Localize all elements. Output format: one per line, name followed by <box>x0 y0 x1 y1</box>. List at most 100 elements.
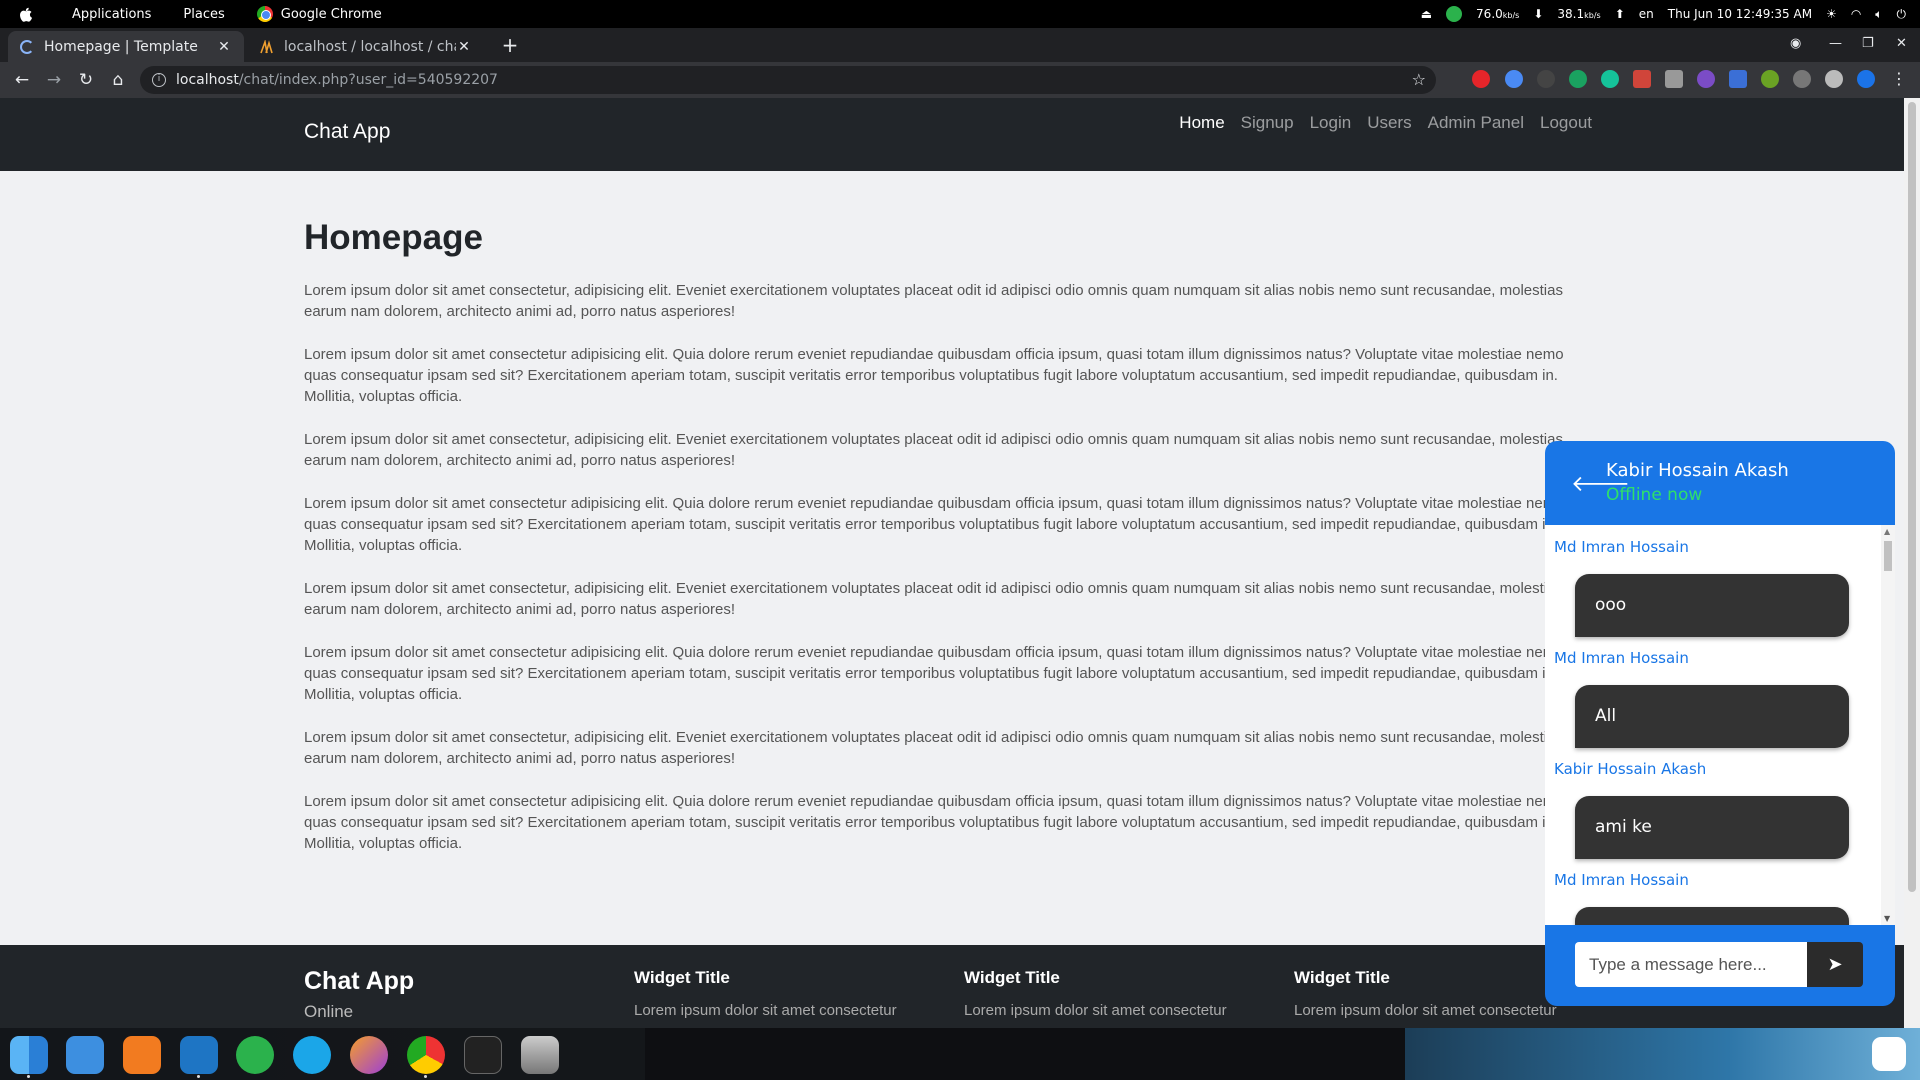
extension-w-icon[interactable] <box>1697 70 1715 88</box>
scroll-up-icon[interactable]: ▲ <box>1884 527 1890 536</box>
close-window-icon[interactable]: ✕ <box>1896 36 1907 51</box>
extension-flag-icon[interactable] <box>1569 70 1587 88</box>
grammarly-icon[interactable] <box>1601 70 1619 88</box>
eject-icon[interactable]: ⏏ <box>1421 7 1432 21</box>
language-indicator[interactable]: en <box>1639 7 1654 21</box>
net-up-value: 38.1 <box>1557 7 1585 21</box>
message-bubble <box>1575 907 1849 925</box>
back-icon[interactable]: ← <box>12 70 32 90</box>
message-sender: Kabir Hossain Akash <box>1554 760 1707 778</box>
close-tab-icon[interactable]: ✕ <box>216 39 232 55</box>
tab-title: Homepage | Template <box>44 38 198 55</box>
main-content: Homepage Lorem ipsum dolor sit amet cons… <box>304 218 1600 876</box>
launchpad-icon[interactable] <box>1872 1037 1906 1071</box>
widget-title: Widget Title <box>1294 968 1390 987</box>
applications-menu[interactable]: Applications <box>72 7 151 22</box>
extension-mail-icon[interactable] <box>1633 70 1651 88</box>
running-indicator <box>424 1075 427 1078</box>
net-up-readout: 38.1kb/s <box>1557 7 1600 21</box>
dock-spacer <box>645 1028 1405 1080</box>
extension-adblock-icon[interactable] <box>1472 70 1490 88</box>
footer-brand: Chat App <box>304 967 415 995</box>
download-extension-icon[interactable] <box>1761 70 1779 88</box>
page-scrollbar[interactable] <box>1904 98 1920 1028</box>
paragraph: Lorem ipsum dolor sit amet consectetur a… <box>304 793 1564 852</box>
places-menu[interactable]: Places <box>183 7 224 22</box>
whatsapp-icon[interactable] <box>236 1036 274 1074</box>
tab-search-icon[interactable]: ◉ <box>1790 36 1801 51</box>
site-info-icon[interactable]: i <box>152 73 166 87</box>
address-bar[interactable]: i localhost/chat/index.php?user_id=54059… <box>140 66 1436 94</box>
send-button[interactable]: ➤ <box>1807 942 1863 987</box>
shield-icon[interactable] <box>1446 6 1463 22</box>
clock[interactable]: Thu Jun 10 12:49:35 AM <box>1668 7 1812 21</box>
nav-link-admin-panel[interactable]: Admin Panel <box>1428 113 1524 133</box>
os-top-bar: Applications Places Google Chrome ⏏ 76.0… <box>0 0 1920 28</box>
widget-title: Widget Title <box>634 968 730 987</box>
paragraph: Lorem ipsum dolor sit amet consectetur, … <box>304 282 1563 320</box>
message-input[interactable] <box>1575 942 1807 987</box>
scroll-down-icon[interactable]: ▼ <box>1884 914 1890 923</box>
xampp-icon[interactable] <box>123 1036 161 1074</box>
close-tab-icon[interactable]: ✕ <box>456 39 472 55</box>
message-sender: Md Imran Hossain <box>1554 871 1689 889</box>
download-arrow-icon: ⬇ <box>1533 7 1544 21</box>
skype-icon[interactable] <box>293 1036 331 1074</box>
message-bubble: ooo <box>1575 574 1849 637</box>
site-navbar: Chat App Home Signup Login Users Admin P… <box>0 98 1904 171</box>
extensions-puzzle-icon[interactable] <box>1825 70 1843 88</box>
message-sender: Md Imran Hossain <box>1554 649 1689 667</box>
chat-scrollbar[interactable]: ▲ ▼ <box>1881 525 1895 925</box>
finder-icon[interactable] <box>10 1036 48 1074</box>
nav-link-users[interactable]: Users <box>1367 113 1411 133</box>
navbar-brand[interactable]: Chat App <box>304 120 390 144</box>
tab-homepage[interactable]: Homepage | Template ✕ <box>8 31 244 62</box>
tab-phpmyadmin[interactable]: localhost / localhost / cha ✕ <box>248 31 484 62</box>
apple-icon[interactable] <box>16 5 34 23</box>
reload-icon[interactable]: ↻ <box>76 70 96 90</box>
restore-icon[interactable]: ❐ <box>1862 36 1874 51</box>
volume-icon[interactable]: 🔈︎ <box>1875 7 1882 22</box>
firefox-icon[interactable] <box>350 1036 388 1074</box>
terminal-icon[interactable] <box>464 1036 502 1074</box>
extension-k-icon[interactable] <box>1537 70 1555 88</box>
chrome-icon[interactable] <box>407 1036 445 1074</box>
extension-icon[interactable] <box>1505 70 1523 88</box>
widget-text: Lorem ipsum dolor sit amet consectetur <box>634 1002 897 1019</box>
translate-icon[interactable] <box>1729 70 1747 88</box>
chrome-menu-icon[interactable]: ⋮ <box>1890 70 1908 88</box>
chat-input-bar: ➤ <box>1545 925 1895 1006</box>
brightness-icon[interactable]: ☀ <box>1826 7 1837 21</box>
chat-contact-status: Offline now <box>1606 485 1703 505</box>
nav-link-logout[interactable]: Logout <box>1540 113 1592 133</box>
profile-avatar-icon[interactable] <box>1857 70 1875 88</box>
nav-link-home[interactable]: Home <box>1179 113 1224 133</box>
active-app-menu[interactable]: Google Chrome <box>256 6 382 22</box>
chrome-icon <box>256 6 273 22</box>
scrollbar-thumb[interactable] <box>1908 102 1916 892</box>
extension-print-icon[interactable] <box>1665 70 1683 88</box>
minimize-icon[interactable]: — <box>1829 36 1842 51</box>
forward-icon[interactable]: → <box>44 70 64 90</box>
wifi-icon[interactable]: ◠ <box>1851 7 1861 21</box>
phpmyadmin-icon <box>260 39 273 53</box>
extension-pen-icon[interactable] <box>1793 70 1811 88</box>
power-icon[interactable]: ⏻ <box>1897 7 1907 22</box>
url-host: localhost <box>176 72 239 88</box>
nav-link-login[interactable]: Login <box>1310 113 1352 133</box>
home-icon[interactable]: ⌂ <box>108 70 128 90</box>
chat-scrollbar-thumb[interactable] <box>1884 541 1892 571</box>
vscode-icon[interactable] <box>180 1036 218 1074</box>
disk-icon[interactable] <box>521 1036 559 1074</box>
mail-icon[interactable] <box>66 1036 104 1074</box>
send-icon: ➤ <box>1827 954 1843 975</box>
chat-messages[interactable]: Md Imran Hossain ooo Md Imran Hossain Al… <box>1545 525 1895 925</box>
widget-text: Lorem ipsum dolor sit amet consectetur <box>964 1002 1227 1019</box>
nav-link-signup[interactable]: Signup <box>1241 113 1294 133</box>
upload-arrow-icon: ⬆ <box>1614 7 1625 21</box>
tab-title: localhost / localhost / cha <box>284 38 456 55</box>
new-tab-button[interactable]: + <box>498 34 522 58</box>
loading-spinner-icon <box>20 39 34 54</box>
running-indicator <box>197 1075 200 1078</box>
bookmark-star-icon[interactable]: ☆ <box>1412 70 1426 89</box>
